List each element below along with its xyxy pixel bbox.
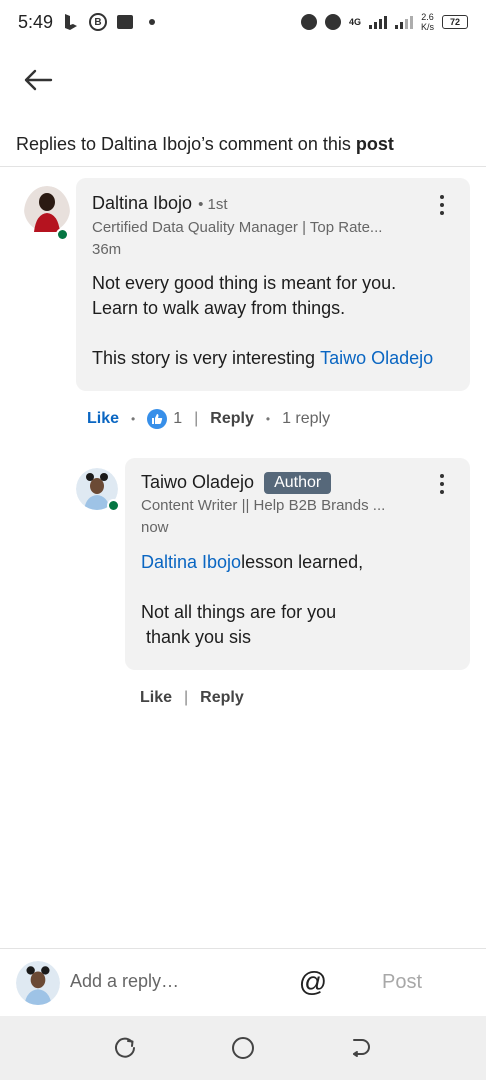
dnd-icon xyxy=(324,14,341,30)
net-speed-value: 2.6 xyxy=(421,12,434,22)
author-headline: Certified Data Quality Manager | Top Rat… xyxy=(92,219,383,236)
back-button[interactable] xyxy=(20,62,56,98)
reply-context-header: Replies to Daltina Ibojo’s comment on th… xyxy=(0,122,486,167)
separator-bar: | xyxy=(184,689,189,706)
author-badge: Author xyxy=(264,472,332,494)
online-status-icon xyxy=(56,228,69,241)
comment-body-line: thank you sis xyxy=(141,627,252,647)
like-button[interactable]: Like xyxy=(87,410,119,428)
signal-icon xyxy=(368,15,387,29)
author-name-taiwo[interactable]: Taiwo Oladejo xyxy=(141,472,254,492)
reaction-count[interactable]: 1 xyxy=(173,410,182,428)
comment-time: now xyxy=(141,519,169,536)
signal-2-icon xyxy=(394,15,413,29)
arrow-left-icon xyxy=(24,69,53,91)
author-name-daltina[interactable]: Daltina Ibojo xyxy=(92,193,192,213)
separator-dot: • xyxy=(131,412,136,426)
comment-menu-button[interactable] xyxy=(432,469,452,499)
comment-body-line: Not all things are for you xyxy=(141,602,337,622)
post-button[interactable]: Post xyxy=(382,971,422,994)
alarm-icon xyxy=(300,14,317,30)
bing-icon xyxy=(63,13,79,31)
online-status-icon xyxy=(107,499,120,512)
reply-button[interactable]: Reply xyxy=(200,689,244,707)
comment-menu-button[interactable] xyxy=(432,190,452,220)
mention-at-button[interactable]: @ xyxy=(298,966,328,997)
battery-level: 72 xyxy=(449,17,460,27)
mention-link[interactable]: Daltina Ibojo xyxy=(141,552,241,572)
status-bar: 5:49 B 4G 2.6 K/s 72 xyxy=(0,0,486,44)
comment-body: Not every good thing is meant for you. L… xyxy=(92,271,462,371)
notification-dot-icon xyxy=(149,19,156,25)
comment-body-text: This story is very interesting xyxy=(92,348,321,368)
back-nav-icon xyxy=(353,1039,370,1057)
comment-body-line: Learn to walk away from things. xyxy=(92,298,346,318)
connection-degree: • 1st xyxy=(198,196,228,213)
comment-author[interactable]: Taiwo Oladejo Author xyxy=(141,472,332,494)
my-avatar xyxy=(16,961,60,1005)
status-time: 5:49 xyxy=(18,11,54,32)
comment-body: Daltina Ibojolesson learned, Not all thi… xyxy=(141,550,461,650)
comment-body-line: Not every good thing is meant for you. xyxy=(92,273,397,293)
reply-input[interactable]: Add a reply… xyxy=(70,971,179,992)
separator-dot: • xyxy=(265,412,271,426)
comment-body-text: lesson learned, xyxy=(241,552,364,572)
home-circle-icon xyxy=(232,1037,254,1059)
message-icon xyxy=(117,15,134,29)
separator-bar: | xyxy=(194,410,199,427)
comment-body-line: Daltina Ibojolesson learned, xyxy=(141,550,461,575)
comment-body-line: This story is very interesting Taiwo Ola… xyxy=(92,346,462,371)
recent-apps-button[interactable] xyxy=(111,1034,139,1062)
net-speed: 2.6 K/s xyxy=(421,12,434,32)
like-button[interactable]: Like xyxy=(140,689,172,707)
comment-author[interactable]: Daltina Ibojo • 1st xyxy=(92,193,228,214)
battery-icon: 72 xyxy=(442,15,468,29)
reply-count[interactable]: 1 reply xyxy=(282,410,330,428)
mention-link[interactable]: Taiwo Oladejo xyxy=(320,348,433,368)
context-prefix: Replies to Daltina Ibojo’s comment on th… xyxy=(16,133,351,154)
reply-composer: Add a reply… @ Post xyxy=(0,948,486,1016)
thumbs-up-reaction-icon[interactable] xyxy=(147,409,168,429)
home-button[interactable] xyxy=(229,1034,257,1062)
system-nav-bar xyxy=(0,1016,486,1080)
b-app-icon: B xyxy=(89,13,108,31)
reply-button[interactable]: Reply xyxy=(210,410,254,428)
comment-actions: Like | Reply xyxy=(140,689,244,707)
context-post-link[interactable]: post xyxy=(356,134,394,155)
net-speed-unit: K/s xyxy=(420,22,434,32)
recent-apps-icon xyxy=(115,1037,135,1058)
comment-actions: Like • 1 | Reply • 1 reply xyxy=(87,409,330,429)
author-headline: Content Writer || Help B2B Brands ... xyxy=(141,497,386,514)
comment-time: 36m xyxy=(92,241,122,258)
back-nav-button[interactable] xyxy=(347,1034,375,1062)
network-type: 4G xyxy=(348,16,361,27)
